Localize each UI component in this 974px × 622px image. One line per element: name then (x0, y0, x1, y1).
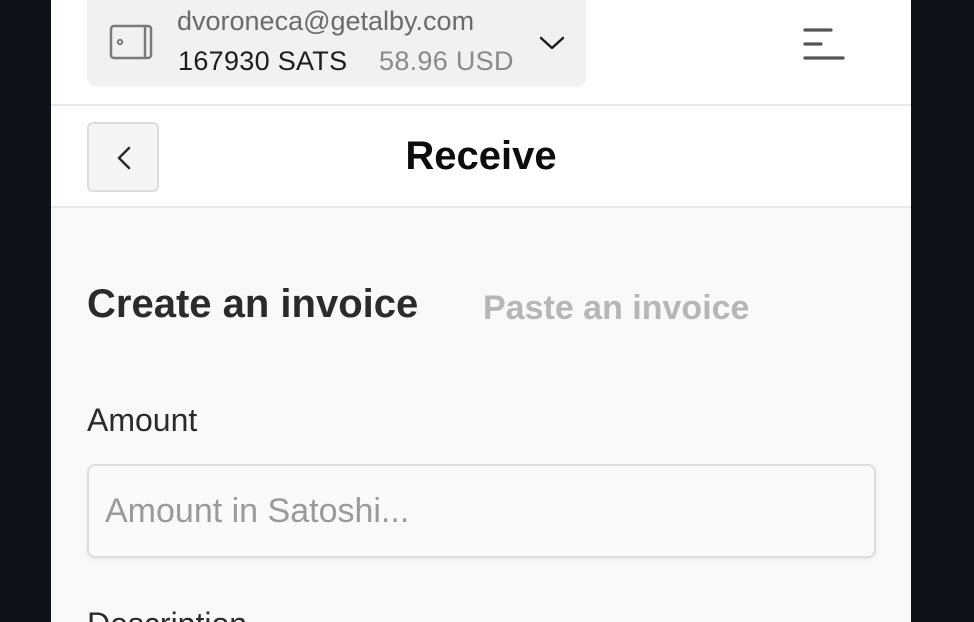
description-label: Description (87, 606, 247, 622)
account-balance-sats: 167930 SATS (178, 46, 348, 76)
chevron-down-icon[interactable] (537, 30, 567, 54)
tab-paste-invoice[interactable]: Paste an invoice (483, 289, 749, 328)
account-bar: dvoronecа@getalby.com 167930 SATS 58.96 … (51, 0, 911, 106)
account-switcher[interactable]: dvoronecа@getalby.com 167930 SATS 58.96 … (87, 0, 586, 87)
account-email: dvoronecа@getalby.com (177, 6, 475, 36)
hamburger-menu-icon[interactable] (797, 24, 851, 68)
account-balance-fiat: 58.96 USD (379, 46, 514, 76)
amount-input[interactable] (87, 464, 876, 558)
receive-page: dvoronecа@getalby.com 167930 SATS 58.96 … (51, 0, 911, 622)
wallet-icon (109, 24, 155, 60)
page-title: Receive (405, 134, 557, 178)
page-header: Receive (51, 106, 911, 208)
amount-label: Amount (87, 402, 198, 438)
tab-create-invoice[interactable]: Create an invoice (87, 282, 418, 327)
